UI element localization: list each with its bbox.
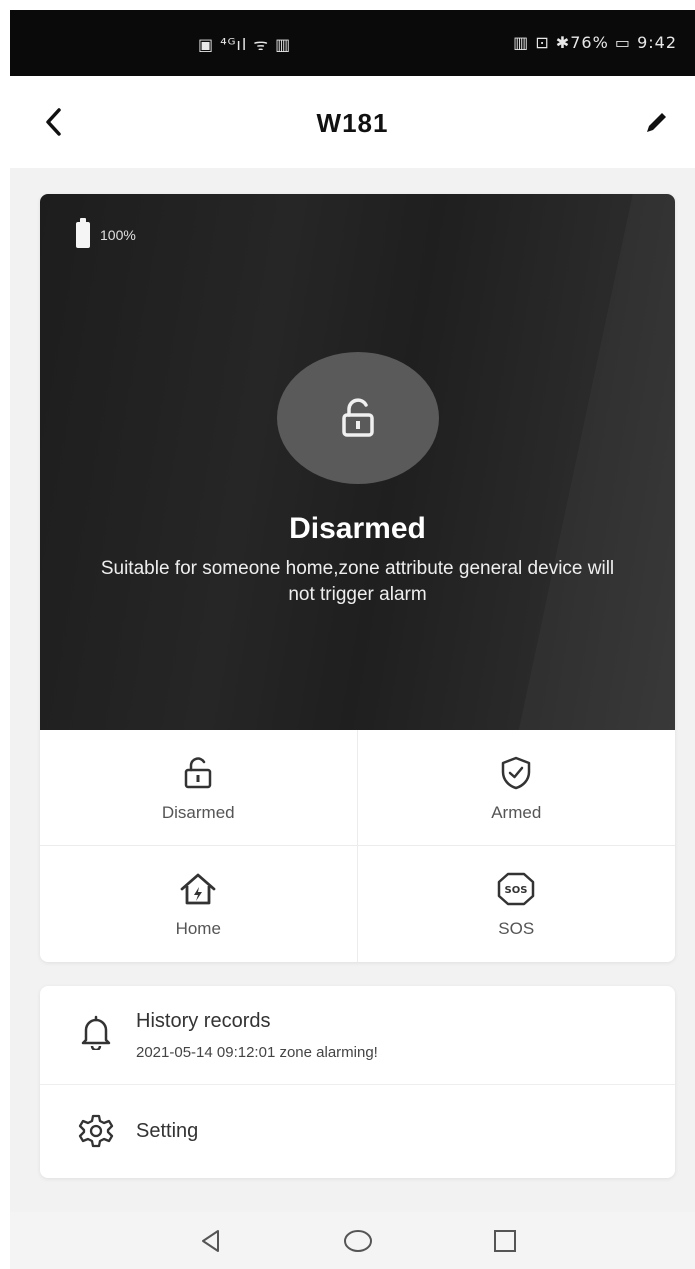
gear-icon <box>78 1114 114 1148</box>
history-records-label: History records <box>136 1010 271 1032</box>
history-records-latest: 2021-05-14 09:12:01 zone alarming! <box>136 1044 378 1061</box>
app-frame: ▣ ⁴ᴳıl ᯤ ▥ ▥ ⊡ ✱76% ▭ 9:42 W181 100% Dis… <box>10 10 695 1269</box>
battery-icon <box>76 218 90 248</box>
mode-label: Armed <box>491 802 542 822</box>
nav-home-button[interactable] <box>340 1224 376 1258</box>
arm-state-button[interactable] <box>277 352 439 484</box>
mode-label: Disarmed <box>161 802 235 822</box>
device-card: 100% Disarmed Suitable for someone home,… <box>40 194 675 962</box>
mode-label: Home <box>175 919 221 938</box>
page-title: W181 <box>316 108 389 138</box>
nav-back-button[interactable] <box>193 1224 229 1258</box>
status-bar-right: ▥ ⊡ ✱76% ▭ 9:42 <box>513 33 677 52</box>
unlock-icon <box>342 398 374 437</box>
mode-label: SOS <box>498 919 535 938</box>
arm-state-title: Disarmed <box>289 512 426 545</box>
edit-button[interactable] <box>639 106 673 140</box>
mode-grid: Disarmed Armed Home SOS SOS <box>40 730 675 962</box>
mode-armed-button[interactable]: Armed <box>357 730 675 846</box>
mode-disarmed-button[interactable]: Disarmed <box>40 730 358 846</box>
status-panel: 100% Disarmed Suitable for someone home,… <box>40 194 675 730</box>
setting-label: Setting <box>136 1120 199 1142</box>
svg-text:SOS: SOS <box>505 885 528 896</box>
history-records-item[interactable]: History records 2021-05-14 09:12:01 zone… <box>40 986 675 1085</box>
unlock-icon <box>185 756 212 788</box>
mode-home-button[interactable]: Home <box>40 846 358 962</box>
setting-item[interactable]: Setting <box>40 1085 675 1178</box>
pencil-icon <box>647 113 666 132</box>
mode-sos-button[interactable]: SOS SOS <box>358 846 676 962</box>
nav-recents-button[interactable] <box>487 1224 523 1258</box>
status-bar: ▣ ⁴ᴳıl ᯤ ▥ ▥ ⊡ ✱76% ▭ 9:42 <box>10 10 695 76</box>
status-bar-left: ▣ ⁴ᴳıl ᯤ ▥ <box>198 35 292 54</box>
system-nav-bar <box>10 1212 695 1269</box>
triangle-back-icon <box>202 1230 219 1252</box>
shield-check-icon <box>502 756 531 789</box>
app-header: W181 <box>10 76 695 168</box>
menu-list: History records 2021-05-14 09:12:01 zone… <box>40 986 675 1178</box>
sos-icon: SOS <box>498 872 535 906</box>
battery-indicator: 100% <box>76 218 136 248</box>
battery-level: 100% <box>100 227 136 243</box>
home-icon <box>180 873 216 905</box>
arm-state-description: Suitable for someone home,zone attribute… <box>100 558 615 605</box>
square-recents-icon <box>494 1230 516 1252</box>
circle-home-icon <box>344 1230 372 1252</box>
bell-icon <box>81 1015 111 1050</box>
